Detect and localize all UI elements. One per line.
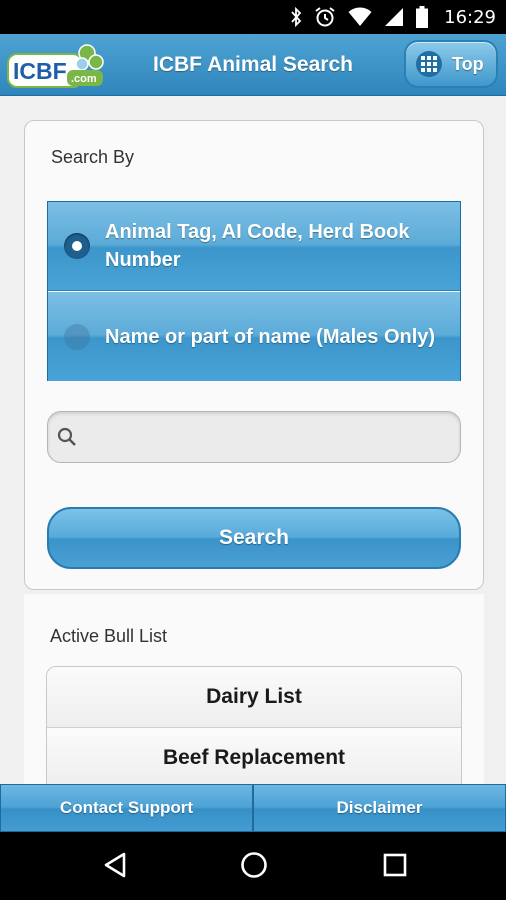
- home-icon[interactable]: [239, 850, 269, 880]
- disclaimer-button[interactable]: Disclaimer: [253, 784, 506, 832]
- radio-option-label: Animal Tag, AI Code, Herd Book Number: [105, 221, 410, 271]
- bull-list: Dairy List Beef Replacement: [46, 666, 462, 784]
- wifi-icon: [348, 7, 372, 26]
- status-bar: 16:29: [0, 0, 506, 34]
- clock: 16:29: [444, 6, 496, 28]
- radio-option-name[interactable]: Name or part of name (Males Only): [48, 292, 460, 381]
- search-icon: [57, 427, 76, 446]
- bluetooth-icon: [291, 7, 302, 27]
- search-button[interactable]: Search: [47, 507, 461, 569]
- top-button[interactable]: Top: [404, 40, 498, 88]
- active-bull-list-section: Active Bull List Dairy List Beef Replace…: [24, 594, 484, 784]
- list-item-dairy[interactable]: Dairy List: [47, 667, 461, 728]
- back-icon[interactable]: [100, 850, 130, 880]
- radio-selected-icon: [64, 233, 90, 259]
- list-item-beef-replacement[interactable]: Beef Replacement: [47, 728, 461, 784]
- page-title: ICBF Animal Search: [153, 53, 353, 76]
- radio-unselected-icon: [64, 323, 90, 350]
- svg-text:ICBF: ICBF: [13, 58, 67, 84]
- battery-icon: [416, 6, 429, 28]
- radio-option-label: Name or part of name (Males Only): [105, 325, 436, 348]
- android-nav-bar: [0, 832, 506, 900]
- radio-option-animal-tag[interactable]: Animal Tag, AI Code, Herd Book Number: [48, 202, 460, 291]
- main-content: Search By Animal Tag, AI Code, Herd Book…: [0, 96, 506, 784]
- active-bull-list-label: Active Bull List: [50, 626, 168, 646]
- svg-text:.com: .com: [71, 73, 97, 85]
- search-by-label: Search By: [51, 147, 135, 167]
- grid-icon: [416, 51, 442, 77]
- search-card: Search By Animal Tag, AI Code, Herd Book…: [24, 120, 484, 590]
- icbf-logo[interactable]: ICBF .com: [7, 41, 105, 89]
- recents-icon[interactable]: [380, 850, 410, 880]
- bottom-bar: Contact Support Disclaimer: [0, 784, 506, 832]
- search-input[interactable]: [84, 420, 448, 454]
- top-button-label: Top: [452, 53, 484, 74]
- app-header: ICBF .com ICBF Animal Search Top: [0, 34, 506, 96]
- contact-support-button[interactable]: Contact Support: [0, 784, 253, 832]
- signal-icon: [385, 8, 404, 26]
- alarm-icon: [315, 7, 335, 27]
- search-field[interactable]: [47, 411, 461, 463]
- search-by-radio-group: Animal Tag, AI Code, Herd Book Number Na…: [47, 201, 461, 381]
